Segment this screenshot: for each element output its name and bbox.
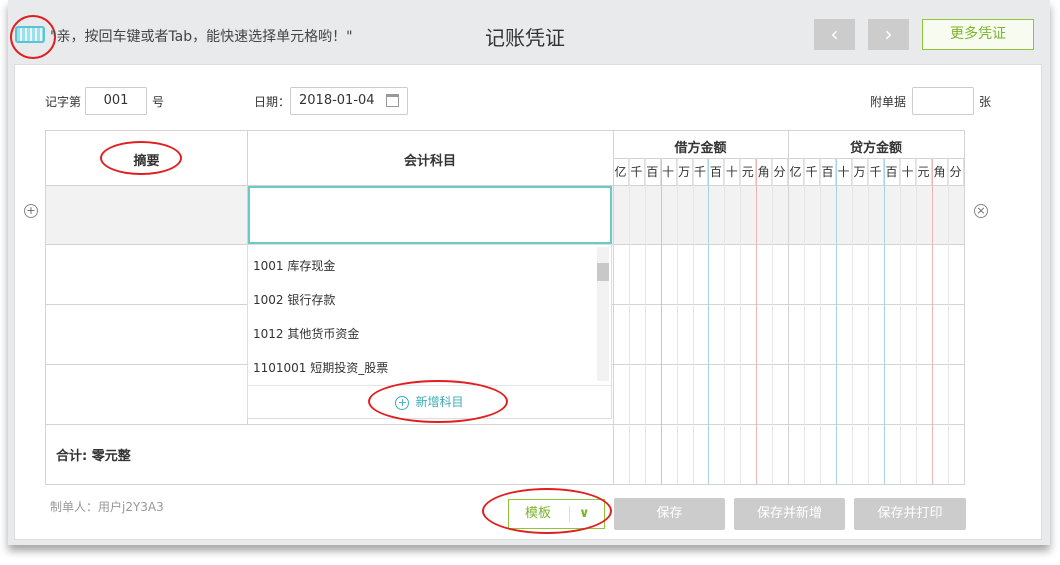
page-title: 记账凭证 (485, 26, 565, 50)
digit-gridline (932, 159, 933, 484)
digit-header: 十 (661, 159, 677, 185)
dropdown-item[interactable]: 1101001 短期投资_股票 (253, 359, 388, 376)
digit-header: 元 (916, 159, 932, 185)
digit-header: 千 (693, 159, 709, 185)
delete-row-icon[interactable]: × (974, 204, 988, 218)
digit-header: 百 (645, 159, 661, 185)
digit-gridline (948, 159, 949, 484)
digit-gridline (804, 159, 805, 484)
digit-header: 千 (629, 159, 645, 185)
digit-header: 亿 (788, 159, 804, 185)
digit-header: 万 (852, 159, 868, 185)
calendar-icon[interactable] (386, 94, 399, 107)
attach-label: 附单据 (870, 95, 907, 109)
account-header: 会计科目 (403, 154, 456, 169)
total-label: 合计: (56, 449, 88, 464)
date-input[interactable]: 2018-01-04 (290, 87, 408, 115)
dropdown-item[interactable]: 1002 银行存款 (253, 291, 335, 308)
voucher-number-input[interactable]: 001 (85, 87, 147, 115)
dropdown-item[interactable]: 1012 其他货币资金 (253, 325, 359, 342)
dropdown-scrollbar[interactable] (597, 247, 609, 381)
digit-gridline (740, 159, 742, 484)
maker-label: 制单人：用户j2Y3A3 (50, 500, 164, 514)
date-label: 日期： (254, 95, 291, 109)
date-value: 2018-01-04 (299, 93, 375, 108)
digit-gridline (756, 159, 758, 484)
annotation-circle (482, 488, 612, 534)
annotation-circle (100, 141, 182, 175)
digit-gridline (708, 159, 710, 484)
digit-gridline (900, 159, 901, 484)
keyboard-tip: "亲，按回车键或者Tab，能快速选择单元格哟！" (50, 29, 353, 45)
digit-gridline (884, 159, 885, 484)
digit-header: 十 (900, 159, 916, 185)
digit-header: 万 (677, 159, 693, 185)
attachment-count-input[interactable] (912, 87, 974, 115)
voucher-suffix: 号 (152, 95, 165, 109)
voucher-prefix: 记字第 (45, 95, 82, 109)
digit-gridline (916, 159, 917, 484)
digit-gridline (772, 159, 774, 484)
prev-button[interactable]: ‹ (814, 19, 855, 50)
credit-header: 贷方金额 (849, 141, 902, 156)
digit-header: 百 (884, 159, 900, 185)
digit-gridline (724, 159, 726, 484)
more-vouchers-button[interactable]: 更多凭证 (922, 19, 1034, 50)
debit-digits: 亿千百十万千百十元角分 (613, 159, 788, 185)
total-value: 零元整 (91, 449, 131, 464)
digit-header: 角 (756, 159, 773, 185)
digit-header: 百 (708, 159, 725, 185)
digit-header: 分 (772, 159, 788, 185)
digit-gridline (852, 159, 853, 484)
digit-header: 十 (724, 159, 741, 185)
dropdown-item[interactable]: 1001 库存现金 (253, 257, 335, 274)
account-input[interactable] (248, 186, 612, 244)
digit-header: 分 (948, 159, 964, 185)
digit-header: 千 (804, 159, 820, 185)
attach-unit: 张 (979, 95, 992, 109)
digit-gridline (820, 159, 821, 484)
digit-gridline (692, 159, 694, 484)
credit-digits: 亿千百十万千百十元角分 (788, 159, 964, 185)
save-print-button[interactable]: 保存并打印 (854, 498, 966, 530)
digit-header: 千 (868, 159, 884, 185)
digit-header: 十 (836, 159, 852, 185)
digit-gridline (644, 159, 646, 484)
digit-gridline (628, 159, 630, 484)
total-row: 合计: 零元整 (56, 445, 131, 464)
digit-header: 百 (820, 159, 836, 185)
digit-gridline (676, 159, 678, 484)
digit-gridline (660, 159, 662, 484)
next-button[interactable]: › (868, 19, 909, 50)
debit-header: 借方金额 (674, 141, 727, 156)
digit-gridline (836, 159, 837, 484)
save-button[interactable]: 保存 (614, 498, 725, 530)
annotation-circle (368, 380, 508, 423)
digit-gridline (868, 159, 869, 484)
digit-header: 亿 (613, 159, 629, 185)
save-new-button[interactable]: 保存并新增 (734, 498, 845, 530)
digit-header: 角 (932, 159, 948, 185)
add-row-icon[interactable]: + (24, 204, 38, 218)
digit-header: 元 (740, 159, 757, 185)
